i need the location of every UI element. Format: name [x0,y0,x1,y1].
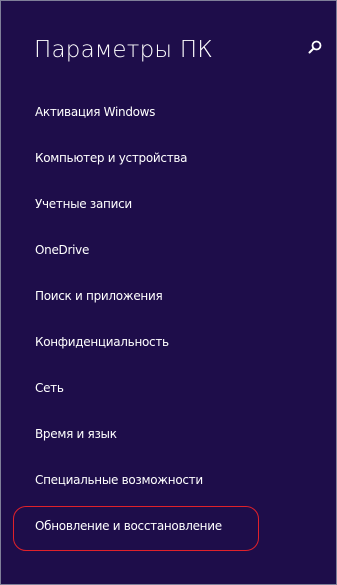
search-icon-graphic [308,40,322,54]
menu-item-accounts[interactable]: Учетные записи [1,185,337,231]
menu-item-label: Компьютер и устройства [35,151,188,165]
search-icon[interactable] [307,39,323,55]
menu-item-privacy[interactable]: Конфиденциальность [1,323,337,369]
menu-item-windows-activation[interactable]: Активация Windows [1,93,337,139]
menu-item-pc-and-devices[interactable]: Компьютер и устройства [1,139,337,185]
menu-item-label: Обновление и восстановление [35,519,222,533]
menu-item-label: Поиск и приложения [35,289,163,303]
menu-item-network[interactable]: Сеть [1,369,337,415]
menu-item-search-and-apps[interactable]: Поиск и приложения [1,277,337,323]
page-title: Параметры ПК [34,37,213,63]
menu-item-label: Специальные возможности [35,473,203,487]
menu-item-label: Учетные записи [35,197,132,211]
menu-item-label: Активация Windows [35,105,156,119]
menu-item-label: Время и язык [35,427,117,441]
pc-settings-pane: Параметры ПК Активация Windows Компьютер… [0,0,337,585]
menu-item-label: OneDrive [35,243,90,257]
menu-item-label: Сеть [35,381,64,395]
menu-item-label: Конфиденциальность [35,335,169,349]
menu-item-onedrive[interactable]: OneDrive [1,231,337,277]
menu-item-time-and-language[interactable]: Время и язык [1,415,337,461]
menu-item-ease-of-access[interactable]: Специальные возможности [1,461,337,507]
menu-item-update-and-recovery[interactable]: Обновление и восстановление [1,507,337,553]
